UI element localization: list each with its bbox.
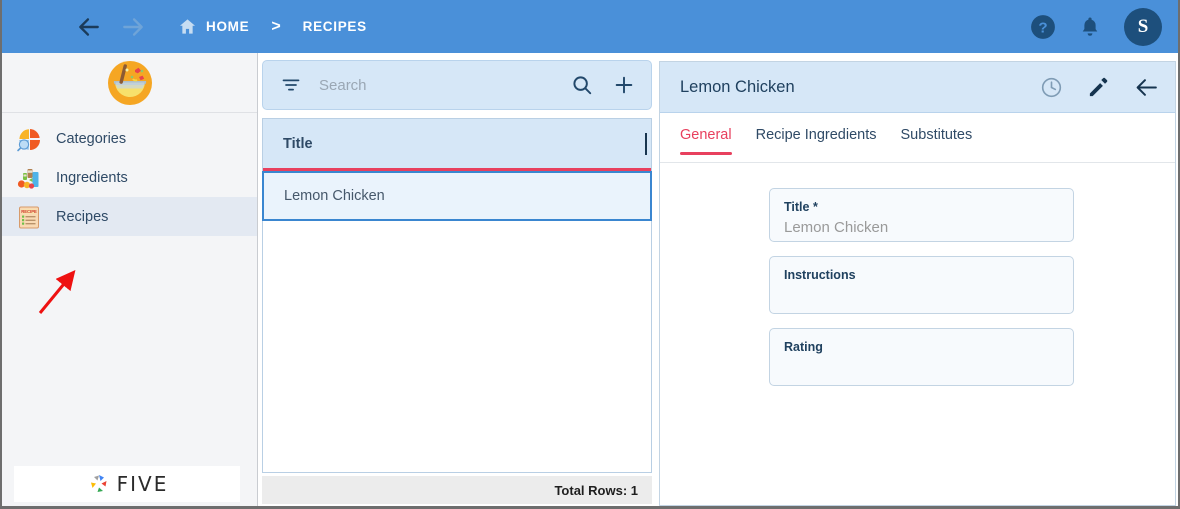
sidebar-item-label: Categories — [56, 130, 127, 147]
help-icon[interactable]: ? — [1030, 14, 1056, 40]
search-icon[interactable] — [571, 74, 593, 96]
user-avatar[interactable]: S — [1124, 7, 1162, 46]
sidebar-item-categories[interactable]: Categories — [2, 119, 257, 158]
tab-general[interactable]: General — [680, 127, 732, 155]
field-rating[interactable]: Rating — [769, 328, 1074, 386]
detail-title: Lemon Chicken — [680, 77, 795, 96]
svg-text:RECIPE: RECIPE — [21, 209, 37, 214]
detail-header: Lemon Chicken — [660, 62, 1175, 113]
back-arrow-icon[interactable] — [72, 10, 106, 44]
table-row[interactable]: Lemon Chicken — [262, 171, 652, 221]
forward-arrow-icon[interactable] — [116, 10, 150, 44]
application-window: HOME > RECIPES ? S Categories Ingredient… — [0, 0, 1180, 509]
home-icon[interactable] — [178, 17, 197, 36]
salad-bowl-logo-icon — [107, 60, 152, 105]
detail-tabs: General Recipe Ingredients Substitutes — [660, 113, 1175, 163]
field-title[interactable]: Title * Lemon Chicken — [769, 188, 1074, 242]
breadcrumb-home[interactable]: HOME — [206, 19, 249, 34]
grid-footer: Total Rows: 1 — [262, 476, 652, 504]
add-record-icon[interactable] — [613, 74, 635, 96]
tab-substitutes[interactable]: Substitutes — [901, 127, 973, 155]
field-instructions[interactable]: Instructions — [769, 256, 1074, 314]
sidebar-item-label: Recipes — [56, 208, 109, 225]
app-logo-area — [2, 53, 257, 113]
sidebar-item-label: Ingredients — [56, 169, 128, 186]
record-detail-panel: Lemon Chicken General Recipe Ingredients… — [659, 61, 1176, 506]
breadcrumb-current: RECIPES — [302, 19, 367, 34]
field-label: Rating — [784, 340, 823, 354]
filter-icon[interactable] — [281, 75, 301, 95]
grid-header-row: Title — [263, 119, 651, 171]
column-resize-handle[interactable] — [645, 133, 647, 155]
clock-icon[interactable] — [1040, 76, 1063, 99]
records-grid: Title Lemon Chicken — [262, 118, 652, 473]
search-input[interactable] — [319, 76, 571, 94]
pencil-icon[interactable] — [1087, 76, 1110, 99]
bell-icon[interactable] — [1078, 15, 1102, 39]
search-bar — [262, 60, 652, 110]
groceries-icon — [17, 168, 39, 189]
five-brand-text: FIVE — [116, 472, 169, 496]
pie-chart-search-icon — [17, 128, 40, 151]
recipe-card-icon: RECIPE — [19, 206, 39, 228]
annotation-arrow-icon — [38, 269, 76, 314]
general-form: Title * Lemon Chicken Instructions Ratin… — [660, 163, 1175, 386]
sidebar-item-ingredients[interactable]: Ingredients — [2, 158, 257, 197]
field-label: Instructions — [784, 268, 856, 282]
row-cell-title: Lemon Chicken — [284, 188, 385, 204]
field-value: Lemon Chicken — [784, 218, 889, 236]
field-label: Title * — [784, 200, 818, 214]
hamburger-menu-icon[interactable] — [22, 17, 48, 36]
detail-actions — [1016, 75, 1159, 100]
sidebar-nav-list: Categories Ingredients RECIPE Recipes — [2, 113, 257, 236]
detail-back-arrow-icon[interactable] — [1134, 75, 1159, 100]
five-pinwheel-icon — [90, 475, 107, 492]
breadcrumb: HOME > RECIPES — [178, 17, 367, 36]
grid-body: Lemon Chicken — [262, 171, 652, 471]
five-brand-logo: FIVE — [14, 466, 240, 502]
tab-recipe-ingredients[interactable]: Recipe Ingredients — [756, 127, 877, 155]
svg-text:?: ? — [1038, 19, 1047, 36]
breadcrumb-separator-icon: > — [271, 17, 281, 35]
grid-column-header-title[interactable]: Title — [263, 136, 313, 152]
records-list-panel: Title Lemon Chicken Total Rows: 1 — [260, 56, 656, 506]
sidebar-item-recipes[interactable]: RECIPE Recipes — [2, 197, 257, 236]
sidebar: Categories Ingredients RECIPE Recipes FI… — [2, 53, 258, 506]
total-rows-label: Total Rows: 1 — [554, 482, 638, 498]
top-navigation-bar: HOME > RECIPES ? S — [2, 0, 1178, 53]
